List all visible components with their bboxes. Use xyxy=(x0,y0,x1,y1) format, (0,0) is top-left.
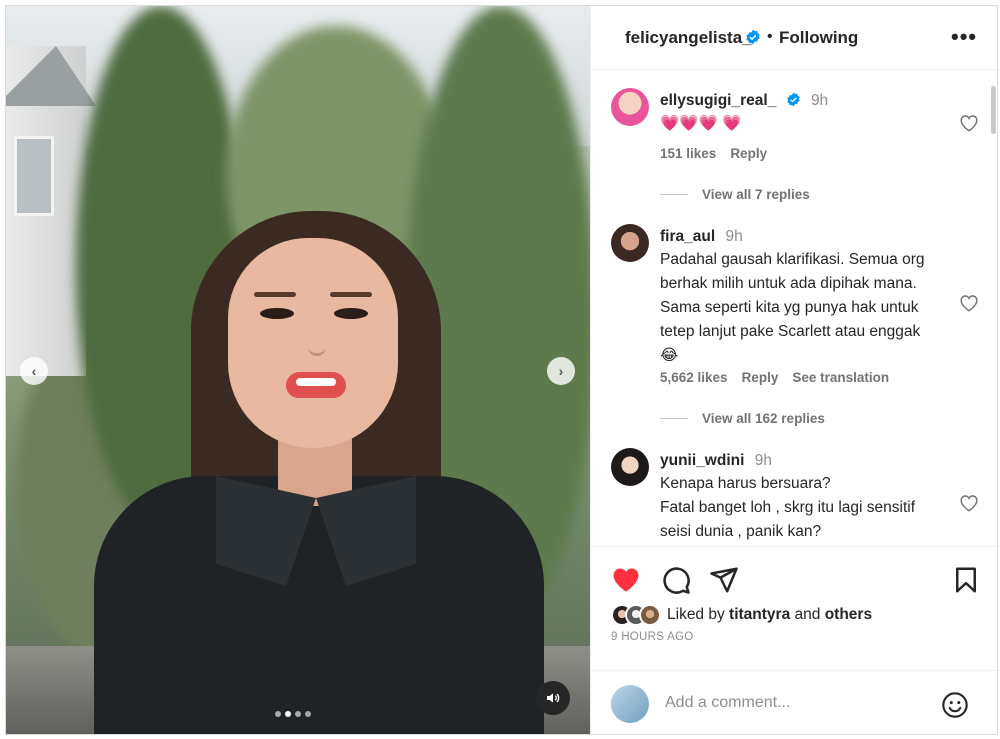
carousel-dot xyxy=(305,711,311,717)
heart-outline-icon[interactable] xyxy=(959,294,979,312)
comment-input[interactable] xyxy=(665,691,915,715)
following-button[interactable]: Following xyxy=(779,28,858,48)
comment-username: yunii_wdini 9h xyxy=(660,452,772,470)
liked-and: and xyxy=(794,606,821,623)
carousel-prev-button[interactable]: ‹ xyxy=(20,357,48,385)
comment-time: 9h xyxy=(810,92,829,109)
comment-meta: 151 likes Reply xyxy=(660,146,767,161)
post-header: felicyangelista_ • Following ••• xyxy=(591,6,997,70)
liked-others-link[interactable]: others xyxy=(825,606,872,623)
bookmark-icon[interactable] xyxy=(951,565,981,595)
person-teeth xyxy=(296,378,336,386)
add-comment-bar xyxy=(591,670,997,734)
person-brow xyxy=(330,292,372,297)
avatar xyxy=(611,685,649,723)
comment-username-link[interactable]: yunii_wdini xyxy=(660,452,744,469)
comments-scrollbar[interactable] xyxy=(991,86,996,134)
comment-time: 9h xyxy=(754,452,772,469)
speaker-icon xyxy=(547,693,560,703)
comment-text: 💗💗💗 💗 xyxy=(660,115,742,132)
person-eye xyxy=(334,308,368,319)
carousel-indicator xyxy=(275,711,311,717)
author-username[interactable]: felicyangelista_ xyxy=(625,28,752,48)
comments-list[interactable]: ellysugigi_real_ 9h 💗💗💗 💗 151 likes Repl… xyxy=(591,70,997,546)
person-eye xyxy=(260,308,294,319)
post-side-panel: felicyangelista_ • Following ••• ellysug… xyxy=(590,6,997,734)
comment-time: 9h xyxy=(725,228,743,245)
liked-prefix: Liked by xyxy=(667,606,725,623)
more-options-icon[interactable]: ••• xyxy=(951,24,977,50)
comment-username-link[interactable]: fira_aul xyxy=(660,228,715,245)
post-modal: ‹ › felicyangelista_ • Following ••• ell… xyxy=(5,5,998,735)
share-icon[interactable] xyxy=(709,565,739,595)
person-brow xyxy=(254,292,296,297)
comment-text: Padahal gausah klarifikasi. Semua org be… xyxy=(660,251,925,364)
sound-toggle-button[interactable] xyxy=(536,681,570,715)
view-replies-label: View all 7 replies xyxy=(702,187,810,202)
heart-outline-icon[interactable] xyxy=(959,494,979,512)
media-person xyxy=(6,6,590,734)
comment-icon[interactable] xyxy=(661,565,691,595)
carousel-dot xyxy=(275,711,281,717)
comment-username: fira_aul 9h xyxy=(660,228,743,246)
avatar[interactable] xyxy=(611,448,649,486)
comment-username-link[interactable]: ellysugigi_real_ xyxy=(660,92,776,109)
post-actions: Liked by titantyra and others 9 HOURS AG… xyxy=(591,546,997,670)
heart-outline-icon[interactable] xyxy=(959,114,979,132)
comment-likes[interactable]: 151 likes xyxy=(660,146,716,161)
carousel-next-button[interactable]: › xyxy=(547,357,575,385)
comment-text: Kenapa harus bersuara? Fatal banget loh … xyxy=(660,475,916,540)
replies-divider xyxy=(660,418,688,419)
liked-user-link[interactable]: titantyra xyxy=(729,606,790,623)
reply-button[interactable]: Reply xyxy=(742,370,779,385)
view-replies-label: View all 162 replies xyxy=(702,411,825,426)
comment-likes[interactable]: 5,662 likes xyxy=(660,370,728,385)
person-nose xyxy=(308,336,326,356)
verified-badge-icon xyxy=(746,29,760,45)
avatar[interactable] xyxy=(611,224,649,262)
carousel-dot xyxy=(295,711,301,717)
avatar[interactable] xyxy=(611,88,649,126)
post-timestamp[interactable]: 9 HOURS AGO xyxy=(611,631,694,643)
view-replies-button[interactable]: View all 162 replies xyxy=(660,411,825,426)
comment-username: ellysugigi_real_ 9h xyxy=(660,92,828,110)
reply-button[interactable]: Reply xyxy=(730,146,767,161)
chevron-left-icon: ‹ xyxy=(31,363,37,379)
view-replies-button[interactable]: View all 7 replies xyxy=(660,187,810,202)
heart-filled-icon[interactable] xyxy=(611,565,641,595)
replies-divider xyxy=(660,194,688,195)
post-media[interactable]: ‹ › xyxy=(6,6,590,734)
liked-by-row: Liked by titantyra and others xyxy=(611,604,872,626)
carousel-dot-active xyxy=(285,711,291,717)
liker-avatar[interactable] xyxy=(639,604,661,626)
liked-by-text: Liked by titantyra and others xyxy=(667,606,872,624)
emoji-icon[interactable] xyxy=(941,691,969,719)
header-separator: • xyxy=(767,28,773,45)
see-translation-button[interactable]: See translation xyxy=(792,370,889,385)
verified-badge-icon xyxy=(786,92,800,107)
comment-meta: 5,662 likes Reply See translation xyxy=(660,370,889,385)
person-shirt xyxy=(94,476,544,734)
chevron-right-icon: › xyxy=(558,363,564,379)
